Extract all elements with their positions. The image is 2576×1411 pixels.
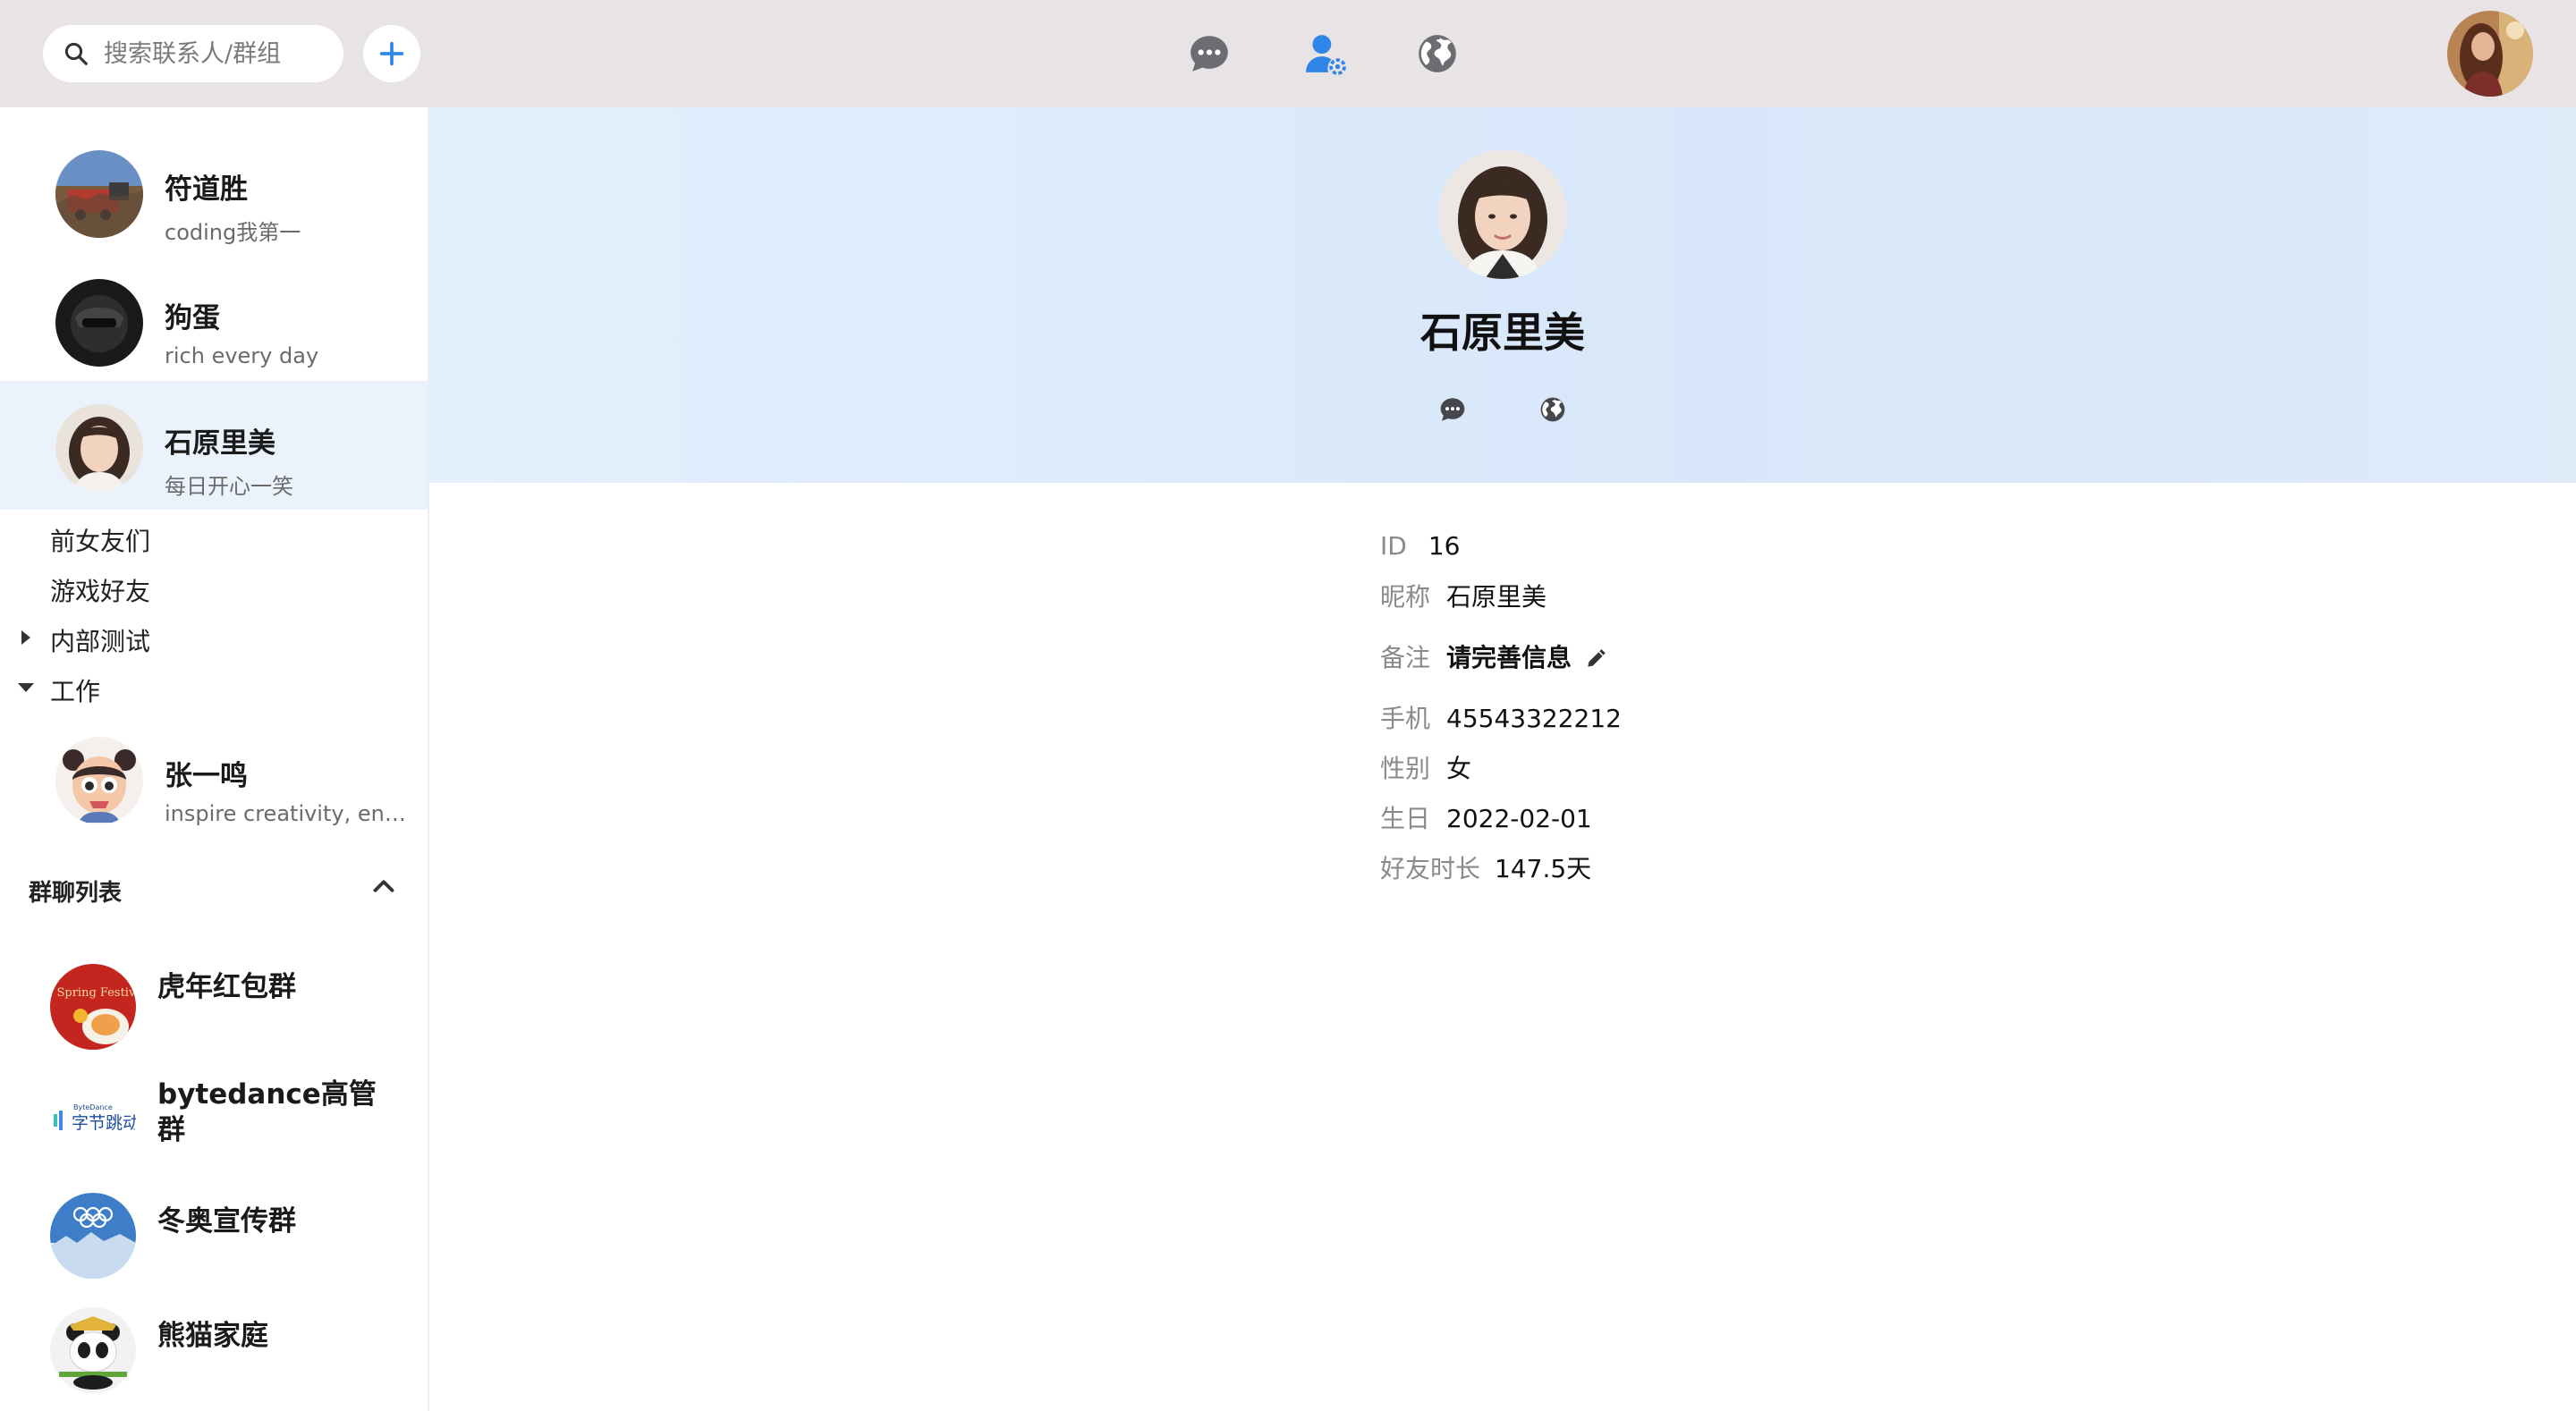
group-label: 内部测试 — [50, 627, 151, 656]
avatar — [50, 1193, 136, 1279]
chat-bubble-icon — [1191, 36, 1228, 72]
group-row-ex-girlfriends[interactable]: 前女友们 — [0, 513, 428, 563]
plus-icon — [379, 41, 404, 66]
contact-sidebar: 符道胜 coding我第一 狗蛋 rich every day 石原里美 每日开… — [0, 107, 429, 1411]
chat-bubble-icon — [1440, 398, 1465, 421]
group-avatar-subtext: ByteDance — [73, 1103, 113, 1111]
nav-contacts[interactable] — [1299, 27, 1352, 80]
group-avatar-text: y Spring Festival — [50, 986, 136, 1000]
avatar — [55, 737, 143, 824]
group-chat-item[interactable]: ByteDance 字节跳动 bytedance高管群 — [0, 1062, 428, 1177]
info-label: 手机 — [1380, 704, 1431, 733]
pencil-icon[interactable] — [1584, 647, 1607, 671]
profile-avatar — [1438, 150, 1567, 279]
info-row-birthday: 生日 2022-02-01 — [1380, 799, 1592, 835]
nav-chats[interactable] — [1182, 27, 1236, 80]
info-row-remark: 备注 请完善信息 — [1380, 638, 1607, 674]
contact-signature: coding我第一 — [165, 220, 301, 245]
contact-signature: 每日开心一笑 — [165, 474, 293, 499]
info-label: ID — [1380, 531, 1407, 561]
nav-discover[interactable] — [1411, 27, 1464, 80]
group-label: 游戏好友 — [50, 577, 151, 606]
info-label: 昵称 — [1380, 582, 1431, 612]
caret-down-icon[interactable] — [16, 678, 36, 697]
avatar — [55, 150, 143, 238]
group-chats-title: 群聊列表 — [29, 880, 123, 907]
info-label: 备注 — [1380, 643, 1431, 672]
top-bar — [0, 0, 2576, 107]
info-row-id: ID 16 — [1380, 531, 1460, 561]
info-value: 147.5天 — [1495, 854, 1592, 883]
info-label: 好友时长 — [1380, 854, 1481, 883]
group-label: 前女友们 — [50, 527, 151, 556]
contact-name: 石原里美 — [165, 427, 275, 460]
group-chat-name: 冬奥宣传群 — [157, 1205, 296, 1238]
search-box[interactable] — [43, 25, 343, 82]
avatar: y Spring Festival — [50, 964, 136, 1050]
contacts-icon — [1306, 35, 1346, 75]
contact-signature: rich every day — [165, 343, 319, 368]
group-row-work[interactable]: 工作 — [0, 663, 428, 714]
user-avatar[interactable] — [2447, 11, 2533, 97]
send-message-button[interactable] — [1435, 392, 1470, 427]
avatar — [50, 1307, 136, 1393]
info-value: 16 — [1428, 531, 1461, 561]
search-icon — [64, 42, 88, 65]
group-chat-item[interactable]: 熊猫家庭 — [0, 1293, 428, 1407]
contact-name: 符道胜 — [165, 173, 248, 206]
contact-name: 狗蛋 — [165, 302, 220, 334]
contact-item[interactable]: 符道胜 coding我第一 — [0, 129, 428, 258]
user-avatar-photo — [2447, 11, 2533, 97]
group-chat-name: 虎年红包群 — [157, 971, 296, 1003]
globe-icon — [1419, 35, 1456, 72]
info-value: 石原里美 — [1446, 582, 1547, 612]
group-chat-item[interactable]: 冬奥宣传群 — [0, 1179, 428, 1293]
info-value: 2022-02-01 — [1446, 804, 1592, 833]
search-input[interactable] — [104, 39, 327, 68]
contact-name: 张一鸣 — [165, 760, 248, 792]
view-moments-button[interactable] — [1535, 392, 1571, 427]
group-chat-item[interactable]: y Spring Festival 虎年红包群 — [0, 950, 428, 1064]
contact-item-selected[interactable]: 石原里美 每日开心一笑 — [0, 381, 428, 510]
group-row-game-friends[interactable]: 游戏好友 — [0, 563, 428, 613]
info-row-phone: 手机 45543322212 — [1380, 699, 1622, 735]
add-button[interactable] — [363, 25, 420, 82]
group-row-internal-test[interactable]: 内部测试 — [0, 613, 428, 663]
info-value: 女 — [1446, 754, 1472, 783]
info-label: 生日 — [1380, 804, 1431, 833]
info-label: 性别 — [1380, 754, 1431, 783]
remark-value[interactable]: 请完善信息 — [1446, 643, 1572, 672]
group-label: 工作 — [50, 677, 101, 706]
avatar — [55, 404, 143, 492]
contact-signature: inspire creativity, enri... — [165, 801, 406, 826]
info-row-gender: 性别女 — [1380, 749, 1471, 785]
group-avatar-text: 字节跳动 — [72, 1113, 136, 1133]
chevron-up-icon[interactable] — [367, 869, 401, 903]
group-chat-name: 熊猫家庭 — [157, 1320, 268, 1352]
avatar: ByteDance 字节跳动 — [50, 1077, 136, 1162]
group-chat-name: bytedance高管群 — [157, 1078, 377, 1146]
info-value: 45543322212 — [1446, 704, 1622, 733]
globe-icon — [1540, 397, 1565, 422]
contact-item[interactable]: 狗蛋 rich every day — [0, 258, 428, 386]
caret-right-icon[interactable] — [16, 628, 36, 647]
avatar — [55, 279, 143, 367]
profile-name: 石原里美 — [1420, 308, 1585, 357]
contact-item[interactable]: 张一鸣 inspire creativity, enri... — [0, 715, 428, 844]
info-row-friend-duration: 好友时长 147.5天 — [1380, 849, 1591, 885]
info-row-nickname: 昵称 石原里美 — [1380, 578, 1546, 613]
